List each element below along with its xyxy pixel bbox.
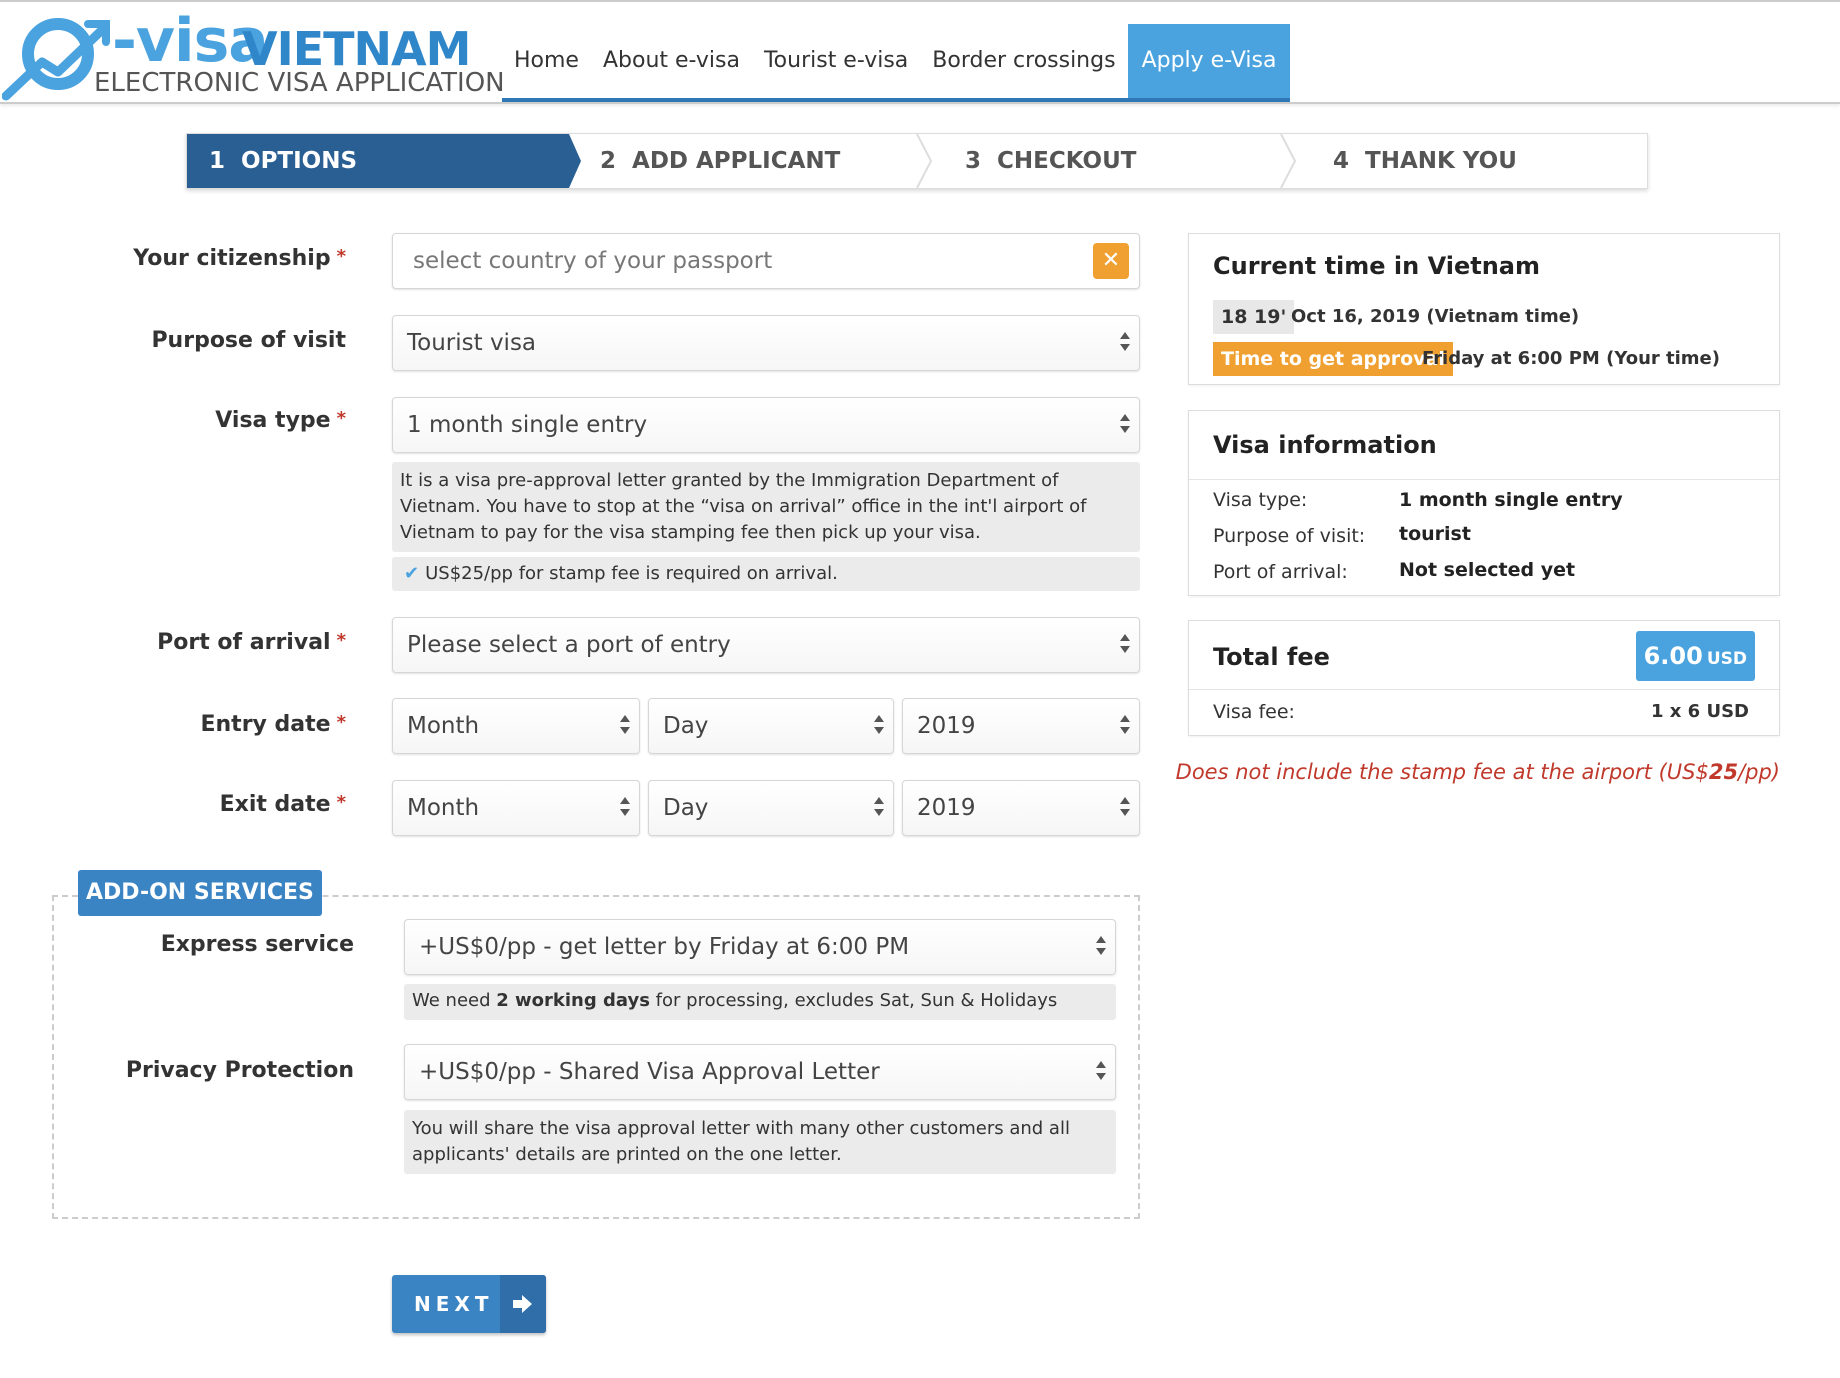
- visa-type-value: 1 month single entry: [407, 412, 648, 438]
- step-thank-you: 4 THANK YOU: [1333, 134, 1517, 188]
- step-number: 3: [965, 148, 982, 174]
- port-select[interactable]: Please select a port of entry: [392, 617, 1140, 673]
- step-checkout: 3 CHECKOUT: [965, 134, 1136, 188]
- progress-steps: 1 OPTIONS 2 ADD APPLICANT 3 CHECKOUT 4 THANK…: [186, 133, 1648, 189]
- port-value: Please select a port of entry: [407, 632, 731, 658]
- step-arrow-active: [557, 134, 581, 188]
- total-fee-panel: Total fee 6.00 USD Visa fee: 1 x 6 USD: [1188, 620, 1780, 736]
- select-arrows-icon: [619, 797, 631, 819]
- nav-border-crossings[interactable]: Border crossings: [920, 24, 1127, 98]
- total-fee-title: Total fee: [1213, 643, 1330, 671]
- privacy-label: Privacy Protection: [125, 1058, 354, 1083]
- visa-type-note: It is a visa pre-approval letter granted…: [392, 462, 1140, 552]
- express-label: Express service: [160, 932, 354, 957]
- entry-month-select[interactable]: Month: [392, 698, 640, 754]
- required-marker: *: [336, 792, 346, 813]
- citizenship-label: Your citizenship *: [133, 246, 346, 271]
- visa-fee-key: Visa fee:: [1213, 701, 1295, 723]
- vietnam-date: Oct 16, 2019 (Vietnam time): [1291, 306, 1580, 327]
- express-select[interactable]: +US$0/pp - get letter by Friday at 6:00 …: [404, 919, 1116, 975]
- privacy-select[interactable]: +US$0/pp - Shared Visa Approval Letter: [404, 1044, 1116, 1100]
- nav-home[interactable]: Home: [502, 24, 591, 98]
- nav-apply-evisa[interactable]: Apply e-Visa: [1127, 24, 1291, 98]
- step-number: 4: [1333, 148, 1350, 174]
- step-label: OPTIONS: [241, 148, 358, 174]
- entry-year-select[interactable]: 2019: [902, 698, 1140, 754]
- select-arrows-icon: [1119, 715, 1131, 737]
- purpose-value: Tourist visa: [407, 330, 537, 356]
- select-arrows-icon: [873, 715, 885, 737]
- exit-day-select[interactable]: Day: [648, 780, 894, 836]
- entry-day-select[interactable]: Day: [648, 698, 894, 754]
- step-divider: [916, 134, 933, 188]
- divider: [1189, 479, 1779, 480]
- visa-info-title: Visa information: [1213, 431, 1437, 459]
- nav-about-evisa[interactable]: About e-visa: [591, 24, 752, 98]
- select-arrows-icon: [1119, 414, 1131, 436]
- visa-type-label: Visa type *: [215, 408, 346, 433]
- info-key-port: Port of arrival:: [1213, 561, 1348, 583]
- purpose-label: Purpose of visit: [151, 328, 346, 353]
- visa-fee-value: 1 x 6 USD: [1651, 701, 1749, 722]
- time-panel: Current time in Vietnam 18 19' Oct 16, 2…: [1188, 233, 1780, 385]
- info-key-purpose: Purpose of visit:: [1213, 525, 1366, 547]
- entry-date-label: Entry date *: [200, 712, 346, 737]
- step-label: ADD APPLICANT: [632, 148, 841, 174]
- main-nav: Home About e-visa Tourist e-visa Border …: [502, 24, 1291, 102]
- select-arrows-icon: [1119, 332, 1131, 354]
- stamp-fee-disclaimer: Does not include the stamp fee at the ai…: [1175, 760, 1780, 784]
- vietnam-clock: 18 19': [1213, 300, 1295, 334]
- total-fee-badge: 6.00 USD: [1635, 631, 1755, 681]
- citizenship-select[interactable]: select country of your passport ✕: [392, 233, 1140, 289]
- addon-services-title: ADD-ON SERVICES: [78, 870, 322, 916]
- top-header: -visa VIETNAM ELECTRONIC VISA APPLICATIO…: [0, 0, 1840, 104]
- checkmark-icon: ✔: [404, 563, 420, 584]
- step-divider: [1280, 134, 1297, 188]
- info-value-purpose: tourist: [1399, 523, 1471, 545]
- express-value: +US$0/pp - get letter by Friday at 6:00 …: [419, 934, 910, 960]
- required-marker: *: [336, 408, 346, 429]
- step-add-applicant: 2 ADD APPLICANT: [600, 134, 840, 188]
- next-button[interactable]: NEXT: [392, 1275, 546, 1333]
- required-marker: *: [336, 630, 346, 651]
- port-label: Port of arrival *: [157, 630, 346, 655]
- approval-time: Friday at 6:00 PM (Your time): [1422, 348, 1720, 369]
- exit-month-select[interactable]: Month: [392, 780, 640, 836]
- site-logo[interactable]: -visa VIETNAM ELECTRONIC VISA APPLICATIO…: [2, 6, 505, 101]
- exit-year-select[interactable]: 2019: [902, 780, 1140, 836]
- select-arrows-icon: [619, 715, 631, 737]
- select-arrows-icon: [873, 797, 885, 819]
- info-value-visa-type: 1 month single entry: [1399, 489, 1623, 511]
- next-label: NEXT: [414, 1292, 494, 1316]
- nav-tourist-evisa[interactable]: Tourist e-visa: [752, 24, 920, 98]
- express-note: We need 2 working days for processing, e…: [404, 984, 1116, 1020]
- step-number: 1: [209, 148, 226, 174]
- select-arrows-icon: [1095, 1061, 1107, 1083]
- select-arrows-icon: [1095, 936, 1107, 958]
- purpose-select[interactable]: Tourist visa: [392, 315, 1140, 371]
- arrow-right-icon: [500, 1275, 546, 1333]
- privacy-note: You will share the visa approval letter …: [404, 1110, 1116, 1174]
- required-marker: *: [336, 712, 346, 733]
- logo-subtitle: ELECTRONIC VISA APPLICATION: [94, 68, 505, 98]
- exit-date-label: Exit date *: [219, 792, 346, 817]
- approval-badge: Time to get approval: [1213, 342, 1453, 376]
- step-label: CHECKOUT: [997, 148, 1137, 174]
- step-options: 1 OPTIONS: [187, 134, 557, 188]
- info-key-visa-type: Visa type:: [1213, 489, 1308, 511]
- visa-type-select[interactable]: 1 month single entry: [392, 397, 1140, 453]
- select-arrows-icon: [1119, 634, 1131, 656]
- privacy-value: +US$0/pp - Shared Visa Approval Letter: [419, 1059, 880, 1085]
- step-label: THANK YOU: [1365, 148, 1517, 174]
- visa-info-panel: Visa information Visa type: 1 month sing…: [1188, 410, 1780, 596]
- citizenship-placeholder: select country of your passport: [413, 248, 773, 274]
- info-value-port: Not selected yet: [1399, 559, 1576, 581]
- select-arrows-icon: [1119, 797, 1131, 819]
- required-marker: *: [336, 246, 346, 267]
- divider: [1189, 689, 1779, 690]
- step-number: 2: [600, 148, 617, 174]
- time-panel-title: Current time in Vietnam: [1213, 252, 1540, 280]
- clear-icon[interactable]: ✕: [1093, 243, 1129, 279]
- stamp-fee-note: ✔ US$25/pp for stamp fee is required on a…: [392, 557, 1140, 591]
